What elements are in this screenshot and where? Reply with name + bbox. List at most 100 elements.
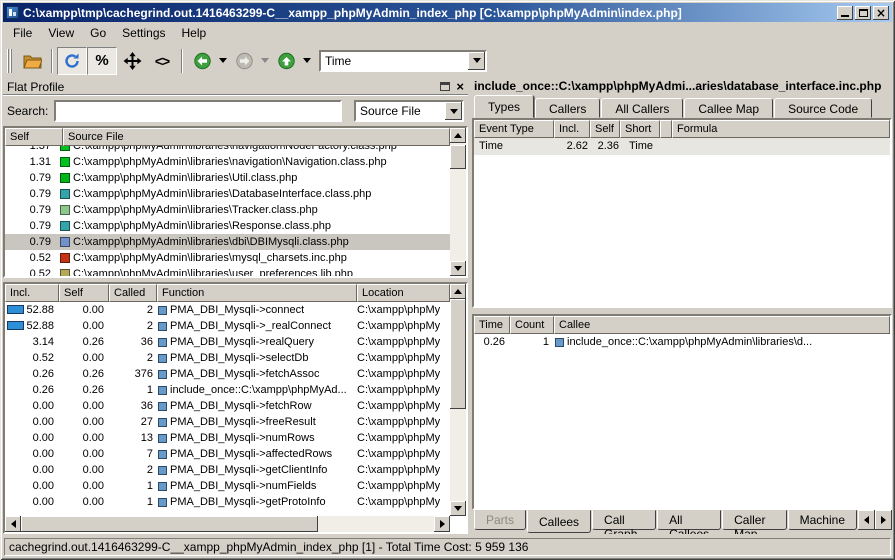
dock-title-bar[interactable]: Flat Profile × [3, 78, 468, 96]
back-button[interactable] [187, 47, 217, 75]
source-file-row[interactable]: 0.79 C:\xampp\phpMyAdmin\libraries\Datab… [5, 186, 450, 202]
scrollbar-track[interactable] [450, 143, 466, 261]
up-dropdown[interactable] [301, 47, 313, 75]
scrollbar-thumb[interactable] [450, 299, 466, 409]
title-bar[interactable]: C:\xampp\tmp\cachegrind.out.1416463299-C… [3, 3, 892, 22]
function-row[interactable]: 52.88 0.00 2 PMA_DBI_Mysqli->_realConnec… [5, 318, 450, 334]
source-file-row[interactable]: 0.79 C:\xampp\phpMyAdmin\libraries\Respo… [5, 218, 450, 234]
scrollbar-thumb[interactable] [21, 516, 318, 532]
dock-float-icon[interactable] [440, 82, 450, 91]
menu-item[interactable]: File [5, 24, 40, 42]
tab[interactable]: All Callees [657, 510, 721, 530]
tab[interactable]: All Callers [601, 98, 683, 118]
scrollbar-track[interactable] [450, 299, 466, 501]
column-header-self[interactable]: Self [5, 128, 63, 146]
event-type-row[interactable]: Time 2.62 2.36 Time [474, 138, 890, 155]
tab[interactable]: Types [474, 95, 534, 118]
cost-color-icon [60, 157, 70, 167]
column-header-formula[interactable]: Formula [672, 120, 890, 138]
column-header-self[interactable]: Self [590, 120, 620, 138]
column-header-location[interactable]: Location [357, 284, 450, 302]
event-type-combo[interactable]: Time [319, 50, 487, 72]
menu-item[interactable]: Go [82, 24, 114, 42]
function-row[interactable]: 0.00 0.00 27 PMA_DBI_Mysqli->freeResult … [5, 414, 450, 430]
minimize-button[interactable] [837, 6, 853, 20]
column-header-callee[interactable]: Callee [554, 316, 890, 334]
function-row[interactable]: 0.00 0.00 1 PMA_DBI_Mysqli->numFields C:… [5, 478, 450, 494]
column-header-count[interactable]: Count [510, 316, 554, 334]
function-row[interactable]: 0.00 0.00 7 PMA_DBI_Mysqli->affectedRows… [5, 446, 450, 462]
up-button[interactable] [271, 47, 301, 75]
scroll-down-button[interactable] [450, 261, 466, 276]
function-row[interactable]: 3.14 0.26 36 PMA_DBI_Mysqli->realQuery C… [5, 334, 450, 350]
folder-open-icon [23, 52, 42, 70]
tab[interactable]: Callee Map [684, 98, 773, 118]
column-header-incl[interactable]: Incl. [5, 284, 59, 302]
function-row[interactable]: 0.00 0.00 1 PMA_DBI_Mysqli->getProtoInfo… [5, 494, 450, 510]
relative-cost-button[interactable]: <> [147, 47, 177, 75]
tab[interactable]: Source Code [774, 98, 872, 118]
search-input[interactable] [54, 100, 342, 122]
tab[interactable]: Caller Map [722, 510, 787, 530]
source-file-row[interactable]: 1.37 C:\xampp\phpMyAdmin\libraries\navig… [5, 146, 450, 154]
column-header-time[interactable]: Time [474, 316, 510, 334]
menu-item[interactable]: View [40, 24, 82, 42]
horizontal-scrollbar[interactable] [5, 516, 450, 532]
menu-item[interactable]: Settings [114, 24, 173, 42]
toolbar-grip[interactable] [7, 49, 15, 73]
scrollbar-thumb[interactable] [450, 145, 466, 169]
back-dropdown[interactable] [217, 47, 229, 75]
grouping-combo[interactable]: Source File [354, 100, 464, 122]
tab-scroll-left-button[interactable] [858, 510, 875, 530]
function-row[interactable]: 0.00 0.00 13 PMA_DBI_Mysqli->numRows C:\… [5, 430, 450, 446]
function-row[interactable]: 0.00 0.00 2 PMA_DBI_Mysqli->getClientInf… [5, 462, 450, 478]
function-icon [158, 386, 167, 395]
function-row[interactable]: 0.26 0.26 376 PMA_DBI_Mysqli->fetchAssoc… [5, 366, 450, 382]
column-header-event-type[interactable]: Event Type [474, 120, 554, 138]
source-file-row[interactable]: 0.79 C:\xampp\phpMyAdmin\libraries\dbi\D… [5, 234, 450, 250]
function-row[interactable]: 0.00 0.00 36 PMA_DBI_Mysqli->fetchRow C:… [5, 398, 450, 414]
column-header-called[interactable]: Called [109, 284, 157, 302]
column-header-function[interactable]: Function [157, 284, 357, 302]
close-button[interactable]: × [873, 6, 889, 20]
column-header-incl[interactable]: Incl. [554, 120, 590, 138]
scroll-up-button[interactable] [450, 284, 466, 299]
tab[interactable]: Callers [535, 98, 600, 118]
dock-close-icon[interactable]: × [456, 82, 464, 92]
maximize-button[interactable] [855, 6, 871, 20]
source-file-row[interactable]: 0.79 C:\xampp\phpMyAdmin\libraries\Util.… [5, 170, 450, 186]
pan-button[interactable] [117, 47, 147, 75]
tab[interactable]: Call Graph [592, 510, 656, 530]
source-file-row[interactable]: 0.52 C:\xampp\phpMyAdmin\libraries\user_… [5, 266, 450, 276]
source-file-row[interactable]: 0.79 C:\xampp\phpMyAdmin\libraries\Track… [5, 202, 450, 218]
reload-button[interactable] [57, 47, 87, 75]
tab[interactable]: Callees [527, 510, 591, 533]
function-row[interactable]: 0.26 0.26 1 include_once::C:\xampp\phpMy… [5, 382, 450, 398]
combo-dropdown-button[interactable] [468, 52, 485, 70]
percent-toggle-button[interactable]: % [87, 47, 117, 75]
forward-button[interactable] [229, 47, 259, 75]
vertical-scrollbar[interactable] [450, 284, 466, 516]
column-header-short[interactable]: Short [620, 120, 660, 138]
scroll-up-button[interactable] [450, 128, 466, 143]
function-row[interactable]: 52.88 0.00 2 PMA_DBI_Mysqli->connect C:\… [5, 302, 450, 318]
location-cell: C:\xampp\phpMy [357, 318, 450, 334]
forward-dropdown[interactable] [259, 47, 271, 75]
callee-row[interactable]: 0.26 1 include_once::C:\xampp\phpMyAdmin… [474, 334, 890, 351]
tab-scroll-right-button[interactable] [875, 510, 892, 530]
function-row[interactable]: 0.52 0.00 2 PMA_DBI_Mysqli->selectDb C:\… [5, 350, 450, 366]
tab[interactable]: Machine [788, 510, 857, 530]
source-file-row[interactable]: 0.52 C:\xampp\phpMyAdmin\libraries\mysql… [5, 250, 450, 266]
vertical-scrollbar[interactable] [450, 128, 466, 276]
source-file-row[interactable]: 1.31 C:\xampp\phpMyAdmin\libraries\navig… [5, 154, 450, 170]
column-header-self[interactable]: Self [59, 284, 109, 302]
column-header-source-file[interactable]: Source File [63, 128, 450, 146]
scrollbar-track[interactable] [21, 516, 434, 532]
open-file-button[interactable] [17, 47, 47, 75]
tab[interactable]: Parts [474, 510, 526, 530]
scroll-down-button[interactable] [450, 501, 466, 516]
combo-dropdown-button[interactable] [445, 102, 462, 120]
menu-item[interactable]: Help [174, 24, 215, 42]
scroll-left-button[interactable] [5, 516, 21, 532]
scroll-right-button[interactable] [434, 516, 450, 532]
